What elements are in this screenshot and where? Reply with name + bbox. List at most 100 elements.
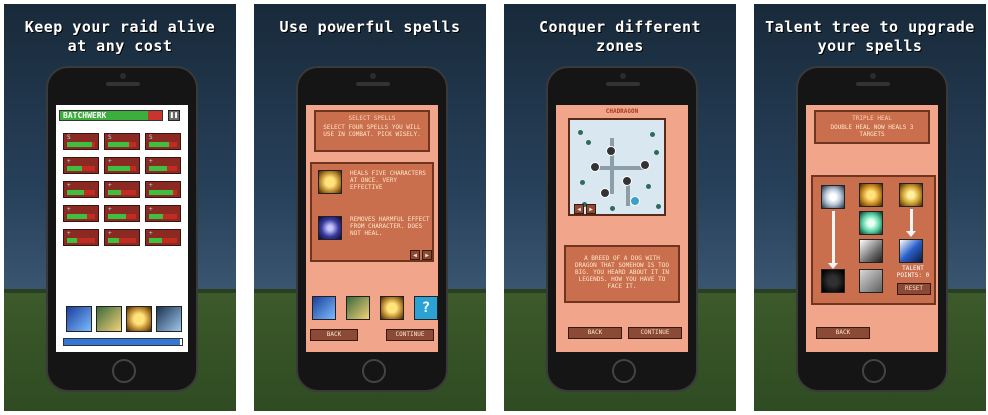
back-button[interactable]: BACK (310, 329, 358, 341)
raid-member-frame[interactable]: + (63, 205, 99, 222)
raid-member-frame[interactable]: + (145, 205, 181, 222)
talent-screen: TRIPLE HEAL DOUBLE HEAL NOW HEALS 3 TARG… (806, 105, 938, 352)
tree (650, 132, 655, 137)
health-fill (108, 214, 127, 219)
angel-icon[interactable] (156, 306, 182, 332)
health-bar (67, 166, 95, 171)
reset-button[interactable]: RESET (897, 283, 931, 295)
arrow-head-icon (828, 263, 838, 269)
raid-member-frame[interactable]: S (63, 133, 99, 150)
health-bar (67, 214, 95, 219)
caption-line-1: Talent tree to upgrade (765, 18, 975, 36)
locked-talent-icon[interactable] (859, 269, 883, 293)
health-fill (67, 238, 77, 243)
caption: Talent tree to upgrade your spells (754, 18, 986, 56)
role-mark: + (108, 206, 112, 213)
golden-shield-icon[interactable] (126, 306, 152, 332)
golden-sun-talent-icon[interactable] (859, 183, 883, 207)
back-button[interactable]: BACK (816, 327, 870, 339)
zone-node[interactable] (640, 160, 650, 170)
speaker (106, 82, 140, 86)
tree (580, 180, 585, 185)
tree (578, 130, 583, 135)
raid-member-frame[interactable]: + (104, 181, 140, 198)
continue-button[interactable]: CONTINUE (386, 329, 434, 341)
tree (610, 206, 615, 211)
raid-member-frame[interactable]: + (104, 157, 140, 174)
camera (120, 73, 126, 79)
candle-talent-icon[interactable] (899, 183, 923, 207)
tree (646, 184, 651, 189)
talent-description: DOUBLE HEAL NOW HEALS 3 TARGETS (830, 124, 914, 138)
speaker (356, 82, 390, 86)
caption-line-2: your spells (817, 37, 923, 55)
health-bar (149, 142, 177, 147)
raid-member-frame[interactable]: S (104, 133, 140, 150)
role-mark: + (67, 158, 71, 165)
tree (586, 140, 591, 145)
raid-member-frame[interactable]: + (63, 181, 99, 198)
raid-member-frame[interactable]: + (145, 229, 181, 246)
raid-member-frame[interactable]: + (145, 181, 181, 198)
raid-member-frame[interactable]: + (63, 229, 99, 246)
spell-list: HEALS FIVE CHARACTERS AT ONCE. VERY EFFE… (310, 162, 434, 262)
spark-talent-icon[interactable] (859, 211, 883, 235)
back-button[interactable]: BACK (568, 327, 622, 339)
health-fill (108, 166, 131, 171)
spell-row[interactable]: HEALS FIVE CHARACTERS AT ONCE. VERY EFFE… (316, 168, 434, 212)
zone-node[interactable] (606, 146, 616, 156)
phone: SELECT SPELLS SELECT FOUR SPELLS YOU WIL… (296, 66, 448, 392)
question-icon[interactable]: ? (414, 296, 438, 320)
lightning-heal-icon[interactable] (66, 306, 92, 332)
lightning-heal-icon[interactable] (312, 296, 336, 320)
role-mark: S (67, 134, 71, 141)
raid-member-frame[interactable]: + (145, 157, 181, 174)
spell-select-screen: SELECT SPELLS SELECT FOUR SPELLS YOU WIL… (306, 105, 438, 352)
zone-story: A BREED OF A DOG WITH DRAGON THAT SOMEHO… (575, 255, 669, 290)
caption-line-1: Keep your raid alive (24, 18, 216, 36)
raid-member-frame[interactable]: + (104, 229, 140, 246)
triple-heal-talent-icon[interactable] (899, 239, 923, 263)
speaker (606, 82, 640, 86)
home-button (362, 359, 386, 383)
next-page-button[interactable]: ▶ (422, 250, 432, 260)
shadow-talent-icon[interactable] (821, 269, 845, 293)
home-button (862, 359, 886, 383)
prev-page-button[interactable]: ◀ (410, 250, 420, 260)
phone: BATCHWERK ❚❚ S S S + + + + + + + + + + + + (46, 66, 198, 392)
next-zone-button[interactable]: ▶ (586, 204, 596, 214)
talent-arrow (832, 211, 835, 265)
golden-shield-icon[interactable] (380, 296, 404, 320)
health-bar (108, 166, 136, 171)
speaker (856, 82, 890, 86)
continue-button[interactable]: CONTINUE (628, 327, 682, 339)
caption-line-2: at any cost (67, 37, 173, 55)
prev-zone-button[interactable]: ◀ (574, 204, 584, 214)
role-mark: + (67, 182, 71, 189)
slash-talent-icon[interactable] (859, 239, 883, 263)
pause-button[interactable]: ❚❚ (168, 110, 180, 121)
mana-bar (63, 338, 183, 346)
zone-node[interactable] (600, 188, 610, 198)
pause-icon: ❚❚ (169, 111, 179, 119)
health-bar (67, 238, 95, 243)
zone-node[interactable] (590, 162, 600, 172)
caption-line-1: Use powerful spells (279, 18, 461, 36)
hand-heal-icon[interactable] (96, 306, 122, 332)
wing-talent-icon[interactable] (821, 185, 845, 209)
health-fill (149, 190, 173, 195)
hand-heal-icon[interactable] (346, 296, 370, 320)
health-bar (149, 214, 177, 219)
zone-node[interactable] (630, 196, 640, 206)
health-fill (67, 190, 84, 195)
health-bar (67, 190, 95, 195)
zone-node[interactable] (622, 176, 632, 186)
raid-member-frame[interactable]: S (145, 133, 181, 150)
caption-line-2: zones (596, 37, 644, 55)
raid-member-frame[interactable]: + (104, 205, 140, 222)
camera (370, 73, 376, 79)
raid-member-frame[interactable]: + (63, 157, 99, 174)
panel-spells: Use powerful spells SELECT SPELLS SELECT… (254, 4, 486, 411)
boss-name: BATCHWERK (63, 111, 107, 120)
story-scroll: A BREED OF A DOG WITH DRAGON THAT SOMEHO… (564, 245, 680, 303)
